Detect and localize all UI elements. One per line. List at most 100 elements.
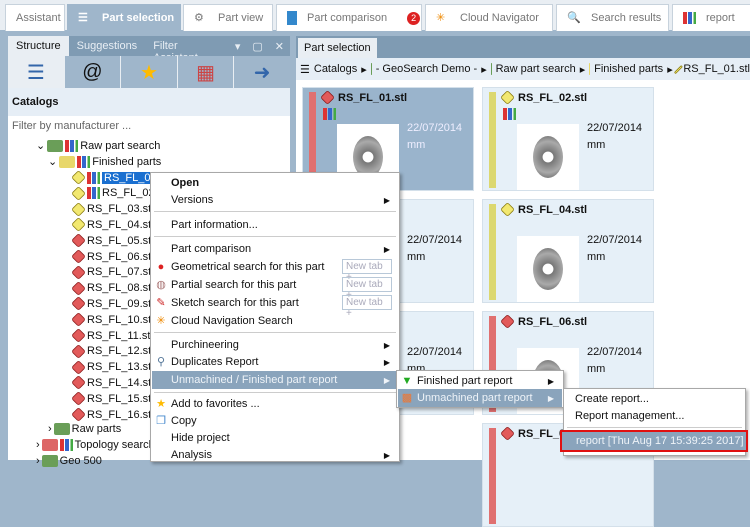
menu-item-copy[interactable]: ❐ Copy <box>152 412 398 430</box>
menu-item-hide-project[interactable]: Hide project <box>152 429 398 447</box>
menu-item-analysis[interactable]: Analysis ▶ <box>152 446 398 464</box>
part-icon <box>71 233 86 249</box>
menu-item-part-information[interactable]: Part information... <box>152 216 398 234</box>
tab-part-selection[interactable]: ☰ Part selection <box>67 4 181 31</box>
tree-label: RS_FL_05.stl <box>87 234 154 247</box>
chevron-right-icon[interactable]: › <box>36 439 40 451</box>
tree-item-finished-parts[interactable]: ⌄ Finished parts <box>48 154 161 169</box>
part-title: RS_FL_06.stl <box>500 314 587 329</box>
part-icon <box>500 202 515 217</box>
menu-label: Report management... <box>575 410 685 422</box>
tree-item-part[interactable]: RS_FL_16.stl <box>71 407 154 422</box>
menu-item-geometrical-search[interactable]: ● Geometrical search for this part New tab… <box>152 258 398 283</box>
close-icon[interactable]: ✕ <box>269 36 290 56</box>
breadcrumb-item[interactable]: Raw part search <box>496 63 576 75</box>
tree-item-raw-parts[interactable]: › Raw parts <box>48 421 121 436</box>
menu-item-finished-part-report[interactable]: ▼ Finished part report ▶ <box>398 372 562 390</box>
tab-part-view[interactable]: ⚙ Part view <box>183 4 273 31</box>
menu-item-duplicates-report[interactable]: ⚲ Duplicates Report ▶ <box>152 353 398 371</box>
tree-item-part[interactable]: RS_FL_12.stl <box>71 343 154 359</box>
part-title: RS_FL_02.stl <box>500 90 587 105</box>
tab-search-results[interactable]: 🔍 Search results <box>556 4 669 31</box>
menu-item-unmachined-part-report[interactable]: ▩ Unmachined part report ▶ <box>398 389 562 407</box>
chevron-right-icon[interactable]: ▸ <box>580 63 586 76</box>
tree-item-part[interactable]: RS_FL_07.stl <box>71 264 154 280</box>
tab-filter-assistant[interactable]: Filter Assistant <box>145 36 229 64</box>
menu-item-create-report[interactable]: Create report... <box>565 390 744 408</box>
calendar-icon[interactable]: ▦ <box>177 56 234 88</box>
tree-item-part[interactable]: RS_FL_05.stl <box>71 233 154 249</box>
folder-icon <box>47 139 64 152</box>
tree-item-part[interactable]: RS_FL_03.stl <box>71 201 154 217</box>
part-view-icon: ⚙ <box>194 12 204 24</box>
export-icon[interactable]: ➜ <box>234 56 290 88</box>
chevron-down-icon[interactable]: ⌄ <box>36 139 45 152</box>
tab-structure[interactable]: Structure <box>8 36 69 56</box>
chevron-right-icon[interactable]: › <box>36 455 40 467</box>
tree-item-part[interactable]: RS_FL_13.stl <box>71 359 154 375</box>
copy-icon: ❐ <box>156 415 166 427</box>
menu-item-partial-search[interactable]: ◍ Partial search for this part New tab + <box>152 276 398 301</box>
tab-part-comparison[interactable]: Part comparison 2 <box>276 4 422 31</box>
part-title: RS_FL_04.stl <box>500 202 587 217</box>
tab-part-selection[interactable]: Part selection <box>298 38 377 58</box>
menu-item-report-management[interactable]: Report management... <box>565 407 744 425</box>
menu-label: Add to favorites ... <box>171 398 260 410</box>
tab-cloud-navigator[interactable]: ✳ Cloud Navigator <box>425 4 553 31</box>
context-menu: Open Versions ▶ Part information... Part … <box>150 172 400 462</box>
report-icon <box>87 171 100 184</box>
menu-item-purchineering[interactable]: Purchineering ▶ <box>152 336 398 354</box>
menu-item-saved-report[interactable]: report [Thu Aug 17 15:39:25 2017] <box>560 430 748 452</box>
breadcrumb-item[interactable]: RS_FL_01.stl <box>683 63 750 75</box>
cloud-navigator-icon: ✳ <box>156 315 166 327</box>
tree-item-part[interactable]: RS_FL_08.stl <box>71 280 154 296</box>
menu-item-cloud-navigation-search[interactable]: ✳ Cloud Navigation Search <box>152 312 398 330</box>
tab-label: Search results <box>591 12 662 24</box>
filter-input[interactable]: Filter by manufacturer ... <box>12 120 131 132</box>
chevron-down-icon[interactable]: ⌄ <box>48 155 57 168</box>
star-icon[interactable]: ★ <box>121 56 177 88</box>
chevron-right-icon[interactable]: ▸ <box>361 63 367 76</box>
tree-item-part[interactable]: RS_FL_04.stl <box>71 217 154 233</box>
tree-item-part[interactable]: RS_FL_09.stl <box>71 296 154 312</box>
dropdown-icon[interactable]: ▾ <box>229 36 247 56</box>
view-icon-bar: ☰ @ ★ ▦ ➜ <box>8 56 290 88</box>
new-tab-button[interactable]: New tab + <box>342 259 392 283</box>
tree-item-raw-part-search[interactable]: ⌄ Raw part search <box>36 138 160 153</box>
tab-report[interactable]: report <box>672 4 750 31</box>
menu-label: Finished part report <box>417 375 513 387</box>
tab-suggestions[interactable]: Suggestions <box>69 36 146 56</box>
report-icon <box>323 108 336 120</box>
tab-assistant[interactable]: Assistant <box>5 4 65 31</box>
chevron-right-icon[interactable]: › <box>48 423 52 435</box>
tree-item-topology-search[interactable]: › Topology search <box>36 437 155 452</box>
part-icon <box>71 328 86 343</box>
new-tab-button[interactable]: New tab + <box>342 295 392 319</box>
breadcrumb-item[interactable]: - GeoSearch Demo - <box>376 63 477 75</box>
menu-item-add-to-favorites[interactable]: ★ Add to favorites ... <box>152 395 398 413</box>
menu-item-sketch-search[interactable]: ✎ Sketch search for this part New tab + <box>152 294 398 319</box>
breadcrumb-item[interactable]: Finished parts <box>594 63 663 75</box>
chevron-right-icon[interactable]: ▸ <box>481 63 487 76</box>
maximize-icon[interactable]: ▢ <box>246 36 268 56</box>
part-card[interactable]: RS_FL_04.stl 22/07/2014 mm <box>482 199 654 303</box>
tree-item-part[interactable]: RS_FL_14.stl <box>71 375 154 391</box>
breadcrumb-item[interactable]: Catalogs <box>314 63 357 75</box>
part-name: RS_FL_01.stl <box>338 91 408 104</box>
chevron-right-icon[interactable]: ▸ <box>667 63 673 76</box>
new-tab-button[interactable]: New tab + <box>342 277 392 301</box>
tree-item-part[interactable]: RS_FL_06.stl <box>71 249 154 264</box>
tree-item-part[interactable]: RS_FL_11.stl <box>71 328 153 343</box>
part-card[interactable]: RS_FL_02.stl 22/07/2014 mm <box>482 87 654 191</box>
at-icon[interactable]: @ <box>64 56 121 88</box>
part-unit: mm <box>407 251 426 263</box>
tree-item-part[interactable]: RS_FL_15.stl <box>71 391 154 407</box>
menu-item-open[interactable]: Open <box>152 174 398 192</box>
catalog-icon[interactable]: ☰ <box>8 56 64 88</box>
tree-item-part[interactable]: RS_FL_10.stl <box>71 312 154 328</box>
menu-item-part-comparison[interactable]: Part comparison ▶ <box>152 240 398 258</box>
tree-item-geo500[interactable]: › Geo 500 <box>36 453 102 468</box>
menu-item-versions[interactable]: Versions ▶ <box>152 191 398 209</box>
submenu-arrow-icon: ▶ <box>383 375 390 385</box>
menu-item-unmachined-finished-report[interactable]: Unmachined / Finished part report ▶ <box>152 371 398 389</box>
